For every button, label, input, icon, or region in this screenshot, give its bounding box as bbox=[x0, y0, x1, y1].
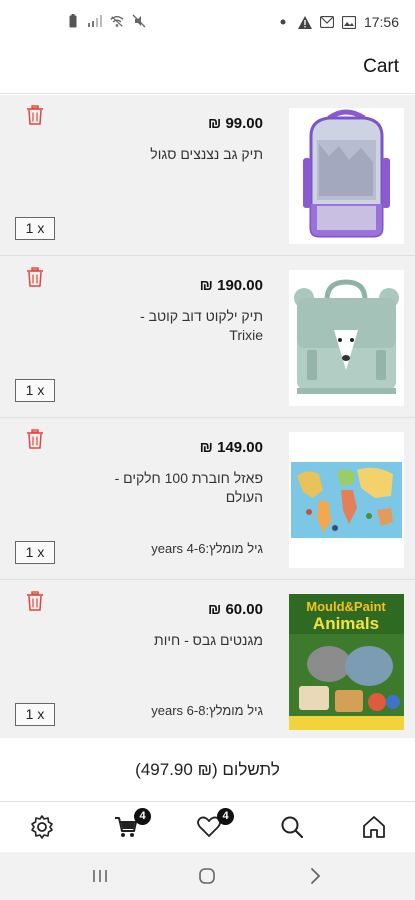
quantity-selector[interactable]: 1 x bbox=[15, 379, 55, 402]
page-title: Cart bbox=[363, 56, 399, 77]
bottom-nav: 4 4 bbox=[0, 802, 415, 852]
product-image-world-puzzle[interactable] bbox=[289, 432, 404, 568]
recommended-age: גיל מומלץ:4-6 years bbox=[151, 541, 263, 556]
product-image-mould-paint-animals[interactable]: Mould&Paint Animals bbox=[289, 594, 404, 730]
wifi-off-icon bbox=[110, 14, 124, 28]
cart-list[interactable]: 1 x 99.00 ₪ תיק גב נצנצים סגול 1 x 190.0… bbox=[0, 95, 415, 738]
item-name[interactable]: תיק גב נצנצים סגול bbox=[103, 145, 263, 164]
status-time: 17:56 bbox=[363, 14, 399, 30]
status-bar: 17:56 bbox=[0, 0, 415, 48]
mute-icon bbox=[132, 14, 146, 28]
box-title-line2: Animals bbox=[313, 614, 379, 633]
checkout-total-bar[interactable]: לתשלום (₪ 497.90) bbox=[0, 738, 415, 802]
product-image-backpack-purple[interactable] bbox=[289, 108, 404, 244]
voicemail-icon bbox=[319, 15, 334, 29]
quantity-selector[interactable]: 1 x bbox=[15, 541, 55, 564]
trash-icon[interactable] bbox=[26, 429, 44, 449]
recommended-age: גיל מומלץ:6-8 years bbox=[151, 703, 263, 718]
battery-icon bbox=[66, 14, 80, 28]
system-nav-bar bbox=[0, 852, 415, 900]
cart-item[interactable]: 1 x 149.00 ₪ פאזל חוברת 100 חלקים - העול… bbox=[0, 419, 415, 580]
trash-icon[interactable] bbox=[26, 105, 44, 125]
item-price: 60.00 ₪ bbox=[208, 601, 263, 618]
nav-home[interactable] bbox=[361, 814, 387, 840]
nav-settings[interactable] bbox=[29, 814, 55, 840]
image-icon bbox=[341, 15, 356, 29]
home-button-icon[interactable] bbox=[195, 866, 219, 886]
home-icon bbox=[363, 816, 385, 838]
box-title-line1: Mould&Paint bbox=[306, 599, 386, 614]
cart-badge: 4 bbox=[134, 808, 151, 825]
item-price: 190.00 ₪ bbox=[199, 277, 263, 294]
nav-wishlist[interactable]: 4 bbox=[196, 808, 234, 840]
settings-icon bbox=[31, 815, 53, 839]
recent-apps-icon[interactable] bbox=[88, 866, 112, 886]
back-icon[interactable] bbox=[303, 866, 327, 886]
cart-item[interactable]: 1 x 190.00 ₪ תיק ילקוט דוב קוטב - Trixie bbox=[0, 257, 415, 418]
status-right-icons: 17:56 bbox=[276, 14, 399, 30]
wishlist-badge: 4 bbox=[217, 808, 234, 825]
item-name[interactable]: מגנטים גבס - חיות bbox=[103, 631, 263, 650]
item-price: 149.00 ₪ bbox=[199, 439, 263, 456]
status-left-icons bbox=[66, 14, 146, 28]
trash-icon[interactable] bbox=[26, 267, 44, 287]
item-name[interactable]: תיק ילקוט דוב קוטב - Trixie bbox=[103, 307, 263, 345]
total-label[interactable]: לתשלום (₪ 497.90) bbox=[0, 760, 415, 780]
alert-icon bbox=[297, 15, 312, 29]
cart-item[interactable]: 1 x 99.00 ₪ תיק גב נצנצים סגול bbox=[0, 95, 415, 256]
product-image-polar-bear-bag[interactable] bbox=[289, 270, 404, 406]
quantity-selector[interactable]: 1 x bbox=[15, 217, 55, 240]
nav-search[interactable] bbox=[279, 814, 305, 840]
app-header: Cart bbox=[0, 48, 415, 94]
trash-icon[interactable] bbox=[26, 591, 44, 611]
nav-cart[interactable]: 4 bbox=[113, 808, 151, 840]
search-icon bbox=[281, 816, 304, 839]
item-name[interactable]: פאזל חוברת 100 חלקים - העולם bbox=[103, 469, 263, 507]
item-price: 99.00 ₪ bbox=[208, 115, 263, 132]
cart-item[interactable]: 1 x 60.00 ₪ מגנטים גבס - חיות גיל מומלץ:… bbox=[0, 581, 415, 738]
quantity-selector[interactable]: 1 x bbox=[15, 703, 55, 726]
signal-icon bbox=[88, 14, 102, 28]
dot-icon bbox=[276, 15, 290, 29]
